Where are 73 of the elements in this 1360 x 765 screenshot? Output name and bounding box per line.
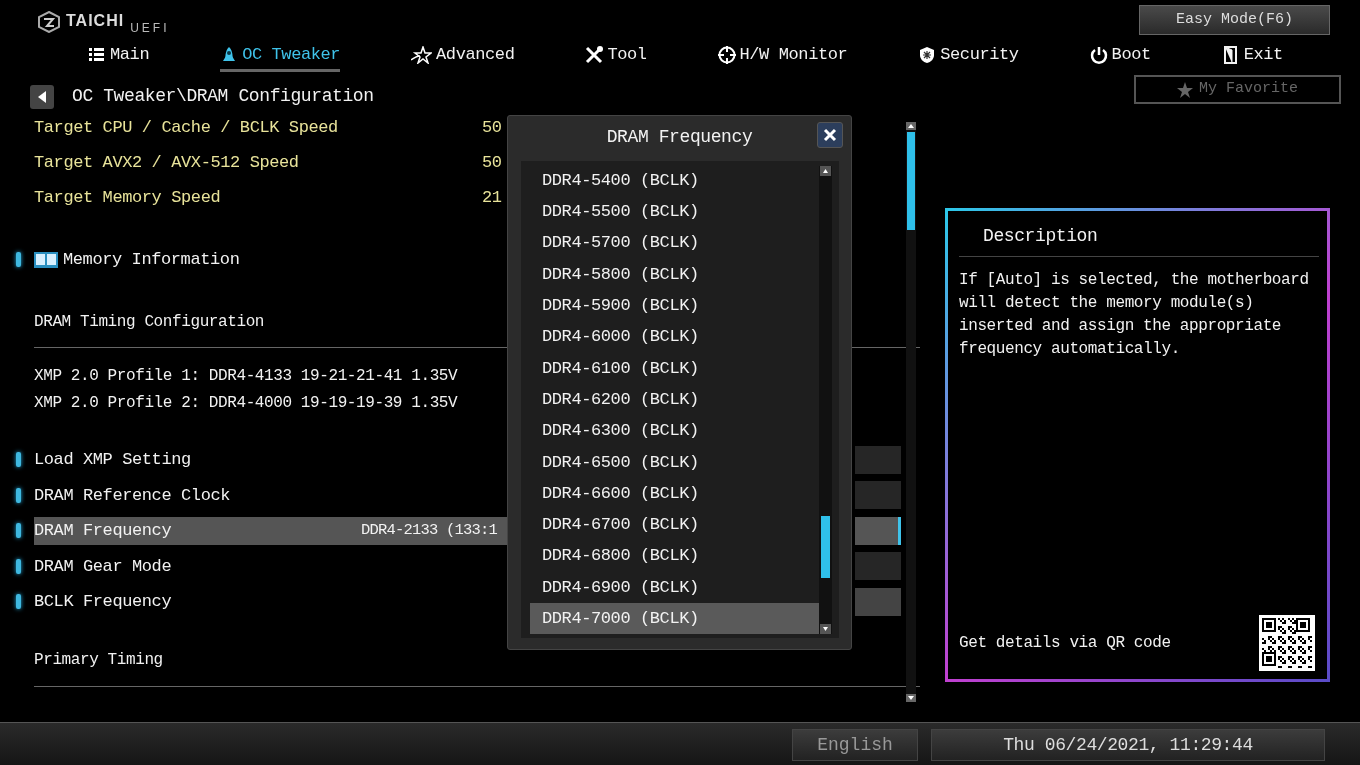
list-option[interactable]: DDR4-6500 (BCLK) bbox=[530, 446, 822, 478]
list-option[interactable]: DDR4-5700 (BCLK) bbox=[530, 227, 822, 259]
crosshair-icon bbox=[717, 45, 736, 64]
indicator-mark bbox=[16, 594, 21, 610]
list-option[interactable]: DDR4-7000 (BCLK) bbox=[530, 603, 822, 635]
nav-tab[interactable]: OC Tweaker bbox=[220, 40, 341, 72]
nav-tab[interactable]: Tool bbox=[585, 40, 647, 72]
back-button[interactable] bbox=[30, 84, 54, 109]
setting-label[interactable]: DRAM Reference Clock bbox=[34, 482, 231, 508]
setting-label[interactable]: DRAM Gear Mode bbox=[34, 553, 172, 579]
nav-tab[interactable]: H/W Monitor bbox=[717, 40, 848, 72]
indicator-mark bbox=[16, 523, 21, 539]
language-button[interactable]: English bbox=[792, 729, 918, 761]
indicator-mark bbox=[16, 252, 21, 267]
setting-value: 21 bbox=[482, 186, 502, 209]
setting-label: Target Memory Speed bbox=[34, 186, 221, 209]
nav-tab[interactable]: Main bbox=[88, 40, 150, 72]
list-option[interactable]: DDR4-5900 (BCLK) bbox=[530, 290, 822, 322]
list-option[interactable]: DDR4-6700 (BCLK) bbox=[530, 509, 822, 541]
list-option[interactable]: DDR4-6900 (BCLK) bbox=[530, 571, 822, 604]
info-text: XMP 2.0 Profile 1: DDR4-4133 19-21-21-41 1.35V bbox=[34, 365, 458, 387]
list-option[interactable]: DDR4-6800 (BCLK) bbox=[530, 540, 822, 572]
qr-code-icon bbox=[1259, 615, 1315, 671]
setting-value: 50 bbox=[482, 116, 502, 139]
close-icon bbox=[823, 128, 837, 142]
favorite-button[interactable]: My Favorite bbox=[1134, 75, 1341, 104]
list-option[interactable]: DDR4-5400 (BCLK) bbox=[530, 165, 822, 197]
indicator-mark bbox=[16, 452, 21, 468]
nav-tab[interactable]: Security bbox=[918, 40, 1019, 72]
power-icon bbox=[1089, 45, 1108, 64]
setting-value: 50 bbox=[482, 151, 502, 174]
star-icon bbox=[1177, 81, 1193, 98]
nav-tab[interactable]: Advanced bbox=[411, 40, 515, 72]
list-option[interactable]: DDR4-6300 (BCLK) bbox=[530, 415, 822, 447]
setting-label[interactable]: BCLK Frequency bbox=[34, 589, 172, 615]
close-button[interactable] bbox=[817, 122, 843, 148]
list-option[interactable]: DDR4-6200 (BCLK) bbox=[530, 384, 822, 416]
brand-name: TAICHI bbox=[66, 11, 125, 31]
list-icon bbox=[88, 45, 106, 64]
section-heading: DRAM Timing Configuration bbox=[34, 311, 265, 333]
dialog-title: DRAM Frequency bbox=[606, 127, 753, 147]
setting-label[interactable]: DRAM Frequency bbox=[34, 518, 172, 544]
list-option[interactable]: DDR4-5800 (BCLK) bbox=[530, 258, 822, 291]
indicator-mark bbox=[16, 487, 21, 503]
star-icon bbox=[411, 45, 433, 64]
back-arrow-icon bbox=[37, 90, 47, 103]
setting-label: Target CPU / Cache / BCLK Speed bbox=[34, 116, 338, 139]
setting-label[interactable]: Load XMP Setting bbox=[34, 447, 191, 473]
nav-tab[interactable]: Exit bbox=[1221, 40, 1283, 72]
nav-tab[interactable]: Boot bbox=[1089, 40, 1151, 72]
list-option[interactable]: DDR4-6600 (BCLK) bbox=[530, 477, 822, 510]
value-selector[interactable] bbox=[855, 516, 901, 545]
list-option[interactable]: DDR4-6000 (BCLK) bbox=[530, 321, 822, 353]
list-option[interactable]: DDR4-5500 (BCLK) bbox=[530, 196, 822, 228]
section-heading: Primary Timing bbox=[34, 650, 163, 671]
indicator-mark bbox=[16, 558, 21, 574]
easy-mode-button[interactable]: Easy Mode(F6) bbox=[1139, 5, 1330, 35]
menu-link[interactable]: Memory Information bbox=[63, 246, 240, 273]
setting-label: Target AVX2 / AVX-512 Speed bbox=[34, 151, 299, 174]
breadcrumb-path: OC Tweaker\DRAM Configuration bbox=[72, 85, 374, 108]
product-name: UEFI bbox=[130, 20, 170, 37]
description-text: If [Auto] is selected, the motherboard will detect the memory module(s) inserted and assign the appropriate frequency automatically. bbox=[959, 270, 1309, 360]
list-option[interactable]: DDR4-6100 (BCLK) bbox=[530, 352, 822, 385]
setting-value: DDR4-2133 (133:1 bbox=[361, 520, 498, 542]
qr-caption: Get details via QR code bbox=[959, 633, 1171, 654]
logo-icon bbox=[38, 11, 60, 33]
date-time-display: Thu 06/24/2021, 11:29:44 bbox=[931, 729, 1325, 761]
memory-module-icon bbox=[34, 250, 58, 269]
info-text: XMP 2.0 Profile 2: DDR4-4000 19-19-19-39 1.35V bbox=[34, 392, 458, 414]
shield-icon bbox=[918, 45, 937, 64]
tools-icon bbox=[585, 45, 604, 64]
door-icon bbox=[1221, 45, 1240, 64]
panel-title: Description bbox=[959, 219, 1319, 257]
